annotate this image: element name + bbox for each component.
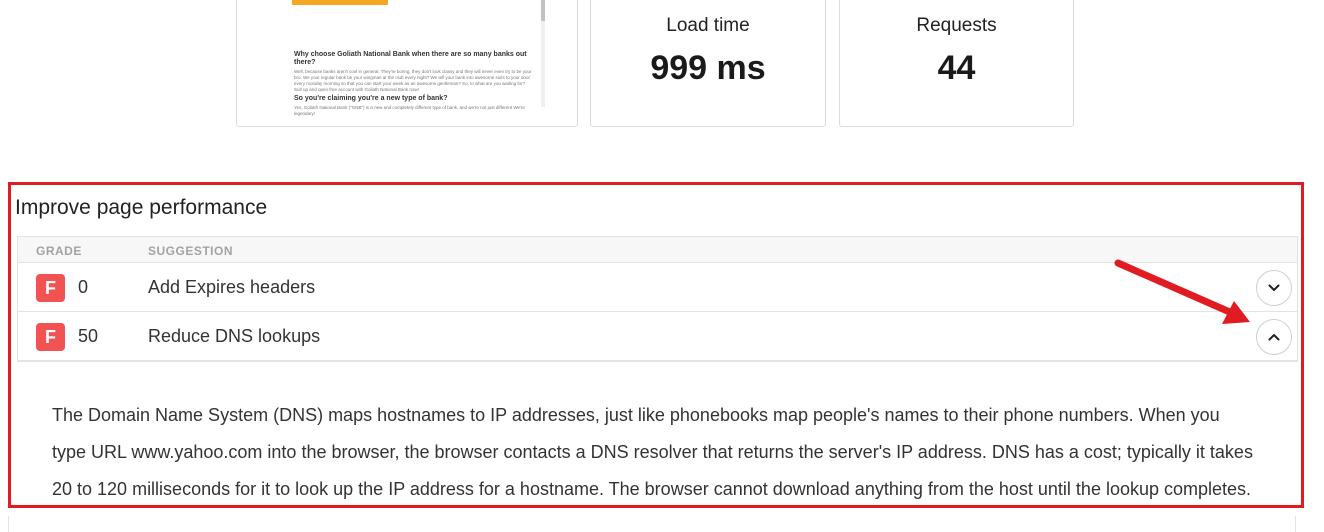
preview-cta-button — [292, 0, 388, 5]
grade-badge: F — [36, 323, 65, 351]
requests-value: 44 — [937, 49, 976, 87]
preview-heading-1: Why choose Goliath National Bank when th… — [294, 51, 527, 66]
suggestion-detail-text: The Domain Name System (DNS) maps hostna… — [52, 405, 1253, 499]
load-time-label: Load time — [666, 15, 750, 36]
score-value: 50 — [78, 326, 99, 346]
suggestion-label: Add Expires headers — [148, 277, 316, 297]
requests-label: Requests — [916, 15, 997, 36]
annotation-arrow-icon — [1114, 259, 1250, 324]
load-time-value: 999 ms — [650, 49, 766, 87]
column-header-grade: GRADE — [36, 244, 82, 258]
suggestion-label: Reduce DNS lookups — [148, 326, 321, 346]
requests-card: Requests 44 — [839, 0, 1074, 127]
expand-toggle-button[interactable] — [1256, 270, 1292, 306]
section-title: Improve page performance — [15, 196, 268, 219]
preview-paragraph-2: Yes, Goliath National Bank ("GNB") is a … — [294, 105, 525, 116]
page-preview-card: Why choose Goliath National Bank when th… — [236, 0, 578, 127]
score-value: 0 — [78, 277, 89, 297]
preview-scrollbar-thumb[interactable] — [541, 0, 545, 21]
next-section-edge — [8, 516, 1296, 532]
collapse-toggle-button[interactable] — [1256, 319, 1292, 355]
chevron-up-icon — [1268, 334, 1280, 341]
improve-performance-section: Improve page performance GRADE SUGGESTIO… — [8, 182, 1304, 508]
grade-badge: F — [36, 274, 65, 302]
chevron-down-icon — [1268, 284, 1280, 291]
column-header-suggestion: SUGGESTION — [148, 244, 234, 258]
preview-heading-2: So you're claiming you're a new type of … — [294, 95, 448, 102]
load-time-card: Load time 999 ms — [590, 0, 826, 127]
preview-paragraph-1: Well, because banks aren't cool in gener… — [294, 69, 532, 92]
